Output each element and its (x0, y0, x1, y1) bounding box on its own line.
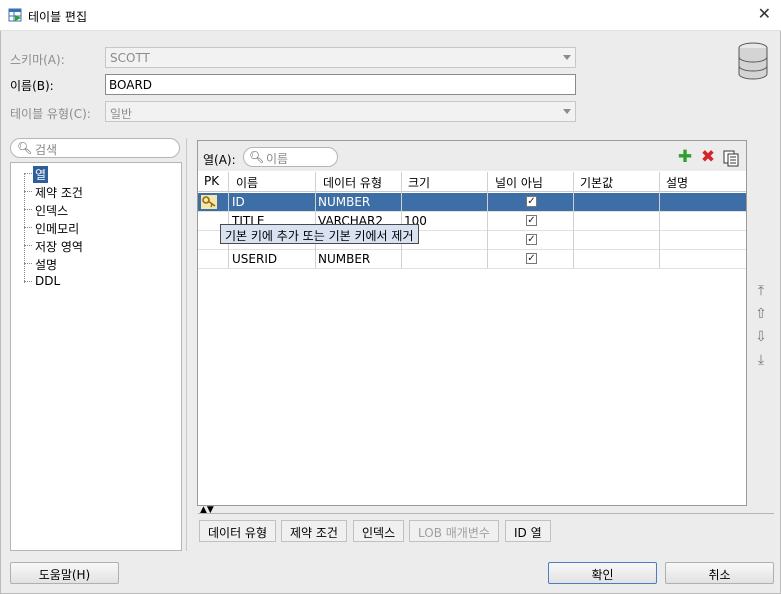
tab-constraints[interactable]: 제약 조건 (281, 520, 347, 542)
columns-panel: 열(A): 🔍︎ 이름 ✚ ✖ PK 이름 데이터 유형 크기 널이 아님 기본… (197, 140, 747, 506)
title-bar: 테이블 편집 ✕ (0, 0, 781, 31)
search-icon: 🔍︎ (17, 141, 33, 155)
database-icon (738, 42, 768, 80)
search-icon: 🔍︎ (249, 150, 265, 164)
table-type-value: 일반 (110, 107, 133, 121)
not-null-checkbox[interactable]: ✓ (526, 234, 537, 245)
table-name-input[interactable]: BOARD (105, 74, 576, 95)
key-icon[interactable] (201, 195, 217, 209)
pk-tooltip: 기본 키에 추가 또는 기본 키에서 제거 (220, 224, 419, 244)
cell-type[interactable]: NUMBER (318, 195, 370, 209)
grid-header: PK 이름 데이터 유형 크기 널이 아님 기본값 설명 (198, 172, 746, 192)
help-button[interactable]: 도움말(H) (10, 562, 119, 584)
chevron-down-icon (563, 55, 571, 60)
splitter[interactable] (186, 138, 190, 551)
header-size[interactable]: 크기 (408, 174, 430, 191)
header-not-null[interactable]: 널이 아님 (495, 174, 543, 191)
header-name[interactable]: 이름 (236, 174, 258, 191)
window-title: 테이블 편집 (28, 10, 88, 24)
move-up-icon[interactable]: ⇧ (753, 306, 769, 324)
schema-label: 스키마(A): (10, 53, 65, 67)
header-pk[interactable]: PK (204, 174, 219, 188)
cancel-button[interactable]: 취소 (665, 562, 774, 584)
nav-item-indexes[interactable]: 인덱스 (35, 202, 68, 219)
table-row[interactable]: ID NUMBER ✓ (198, 193, 746, 212)
columns-label: 열(A): (203, 153, 236, 167)
columns-toolbar: 열(A): 🔍︎ 이름 ✚ ✖ (198, 141, 746, 171)
horizontal-splitter[interactable] (198, 513, 774, 515)
nav-item-columns[interactable]: 열 (33, 166, 49, 183)
cell-name[interactable]: USERID (232, 252, 277, 266)
not-null-checkbox[interactable]: ✓ (526, 196, 537, 207)
nav-item-inmemory[interactable]: 인메모리 (35, 220, 79, 237)
table-edit-icon (8, 8, 22, 22)
tab-identity-column[interactable]: ID 열 (505, 520, 551, 542)
chevron-down-icon (563, 109, 571, 114)
tab-lob-parameters: LOB 매개변수 (409, 520, 499, 542)
close-icon[interactable]: ✕ (758, 4, 771, 23)
ok-button[interactable]: 확인 (548, 562, 657, 584)
not-null-checkbox[interactable]: ✓ (526, 215, 537, 226)
header-data-type[interactable]: 데이터 유형 (323, 174, 382, 191)
table-row[interactable]: USERID NUMBER ✓ (198, 250, 746, 269)
move-top-icon[interactable]: ⤒ (753, 283, 769, 301)
column-search-placeholder: 이름 (266, 152, 289, 166)
table-type-label: 테이블 유형(C): (10, 107, 91, 121)
schema-combo[interactable]: SCOTT (105, 47, 576, 68)
not-null-checkbox[interactable]: ✓ (526, 253, 537, 264)
nav-search-placeholder: 검색 (35, 143, 58, 157)
move-bottom-icon[interactable]: ⤓ (753, 352, 769, 370)
nav-item-constraints[interactable]: 제약 조건 (35, 184, 83, 201)
plus-icon[interactable]: ✚ (676, 149, 694, 167)
header-comment[interactable]: 설명 (666, 174, 688, 191)
table-name-value: BOARD (109, 78, 153, 92)
nav-item-storage[interactable]: 저장 영역 (35, 238, 83, 255)
nav-item-comment[interactable]: 설명 (35, 256, 57, 273)
tab-indexes[interactable]: 인덱스 (353, 520, 405, 542)
name-label: 이름(B): (10, 79, 54, 93)
dialog-body: 스키마(A): SCOTT 이름(B): BOARD 테이블 유형(C): 일반… (0, 31, 781, 594)
copy-icon[interactable] (722, 149, 740, 167)
nav-search-input[interactable]: 🔍︎ 검색 (10, 138, 180, 158)
nav-tree: 열 제약 조건 인덱스 인메모리 저장 영역 설명 DDL (10, 162, 182, 551)
header-default[interactable]: 기본값 (580, 174, 613, 191)
column-search-input[interactable]: 🔍︎ 이름 (243, 147, 338, 167)
schema-value: SCOTT (110, 51, 150, 65)
cell-name[interactable]: ID (232, 195, 245, 209)
move-down-icon[interactable]: ⇩ (753, 329, 769, 347)
delete-icon[interactable]: ✖ (699, 149, 717, 167)
nav-item-ddl[interactable]: DDL (35, 274, 60, 288)
cell-type[interactable]: NUMBER (318, 252, 370, 266)
table-type-combo[interactable]: 일반 (105, 101, 576, 122)
tab-data-type[interactable]: 데이터 유형 (199, 520, 277, 542)
